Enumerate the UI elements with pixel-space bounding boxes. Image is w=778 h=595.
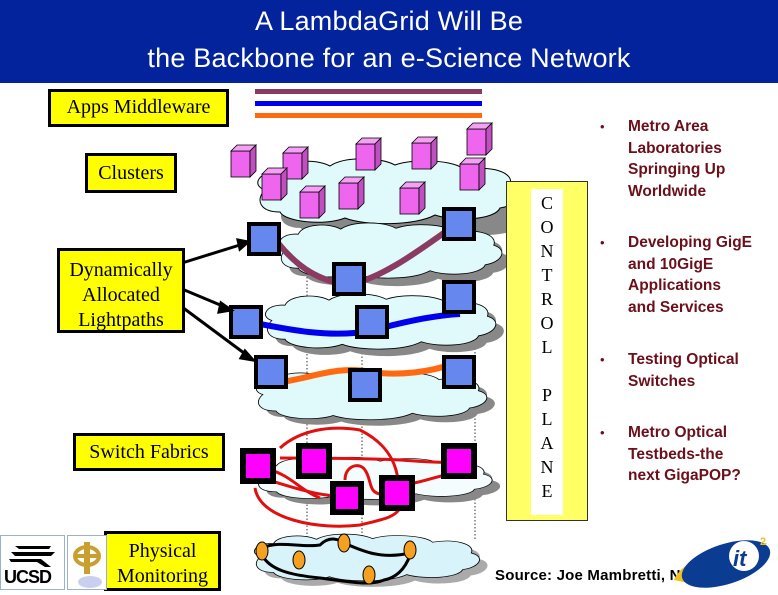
monitoring-node — [362, 565, 376, 585]
cluster-node — [466, 122, 493, 156]
it2-logo: it 2 — [668, 528, 778, 590]
bullet-line: Metro Optical — [628, 424, 728, 441]
source-credit: Source: Joe Mambretti, NU — [495, 567, 692, 584]
bullet-line: Switches — [628, 372, 696, 390]
cluster-node — [230, 144, 257, 178]
bullet-line: Developing GigE — [628, 234, 753, 251]
it2-text: it — [733, 546, 748, 571]
plane-letter: L — [541, 409, 553, 429]
control-plane-box: C O N T R O L P L A N E — [506, 181, 588, 521]
lightpath-node — [247, 222, 281, 256]
control-plane-strip: C O N T R O L P L A N E — [531, 189, 563, 515]
label-clusters: Clusters — [85, 153, 177, 193]
lightpath-node — [442, 355, 476, 389]
switch-node — [379, 475, 415, 511]
cluster-node — [399, 181, 426, 215]
control-letter: C — [540, 193, 553, 213]
bullet-line: Metro Area — [628, 118, 709, 135]
cluster-node — [338, 176, 365, 210]
lightpath-node — [229, 305, 263, 339]
ucsd-stripes-icon — [9, 546, 55, 567]
it2-icon: it 2 — [674, 536, 771, 588]
plane-letter: E — [541, 481, 553, 501]
plane-letter: N — [540, 457, 554, 477]
switch-node — [330, 481, 364, 515]
bullet-line: Applications — [628, 277, 722, 294]
lightpath-node — [254, 355, 288, 389]
label-dynamically-allocated-lightpaths: Dynamically Allocated Lightpaths — [57, 248, 185, 333]
ucsd-logo: UCSD — [0, 535, 65, 590]
cluster-node — [355, 137, 382, 171]
monitoring-node — [403, 540, 417, 560]
lightpath-arrows — [181, 238, 257, 363]
uc-seal-icon — [73, 542, 102, 588]
cluster-node — [459, 157, 486, 191]
svg-text:2: 2 — [760, 536, 766, 548]
bullet-marker: • — [600, 119, 605, 134]
control-letter: R — [540, 289, 553, 309]
lightpath-node — [355, 305, 389, 339]
switch-node — [441, 443, 477, 479]
label-apps-middleware: Apps Middleware — [48, 89, 229, 127]
lambda-line-3 — [255, 113, 482, 118]
label-line: Physical — [128, 540, 197, 562]
label-line: Lightpaths — [78, 309, 164, 331]
ucsd-wordmark: UCSD — [4, 567, 52, 587]
bullet-line: Laboratories — [628, 139, 722, 157]
plane-letter: A — [540, 433, 554, 453]
bullet-line: and 10GigE — [628, 255, 714, 273]
bullet-line: and Services — [628, 298, 724, 316]
label-line: Monitoring — [116, 565, 209, 587]
plane-letter: P — [541, 385, 552, 405]
bullet-marker: • — [600, 235, 605, 250]
lambda-line-1 — [255, 89, 482, 94]
label-physical-monitoring: Physical Monitoring — [104, 531, 221, 591]
control-gap — [531, 359, 563, 383]
lightpath-node — [348, 368, 382, 402]
switch-node — [296, 443, 332, 479]
bullet-line: Testbeds-the — [628, 445, 724, 463]
bullet-line: Worldwide — [628, 182, 707, 200]
bullet-line: next GigaPOP? — [628, 467, 741, 484]
cluster-node — [411, 136, 438, 170]
bullet-marker: • — [600, 352, 605, 367]
monitoring-node — [292, 550, 306, 570]
bullet-marker: • — [600, 425, 605, 440]
lambda-line-2 — [255, 101, 482, 106]
control-plane-text: C O N T R O L P L A N E — [531, 191, 563, 503]
label-switch-fabrics: Switch Fabrics — [73, 433, 225, 471]
lightpath-node — [442, 280, 476, 314]
bullet-line: Testing Optical — [628, 351, 739, 368]
label-line: Allocated — [82, 284, 160, 306]
lightpath-node — [332, 262, 366, 296]
control-letter: O — [540, 217, 554, 237]
switch-node — [240, 448, 276, 484]
lightpath-node — [442, 207, 476, 241]
uc-seal-logo — [67, 535, 107, 590]
control-letter: O — [540, 313, 554, 333]
bullet-line: Springing Up — [628, 161, 726, 178]
cluster-node — [299, 185, 326, 219]
control-letter: N — [540, 241, 554, 261]
control-letter: L — [541, 337, 553, 357]
control-letter: T — [541, 265, 553, 285]
label-line: Dynamically — [69, 259, 173, 281]
monitoring-node — [337, 533, 351, 553]
monitoring-node — [255, 541, 269, 561]
cluster-node — [261, 167, 288, 201]
